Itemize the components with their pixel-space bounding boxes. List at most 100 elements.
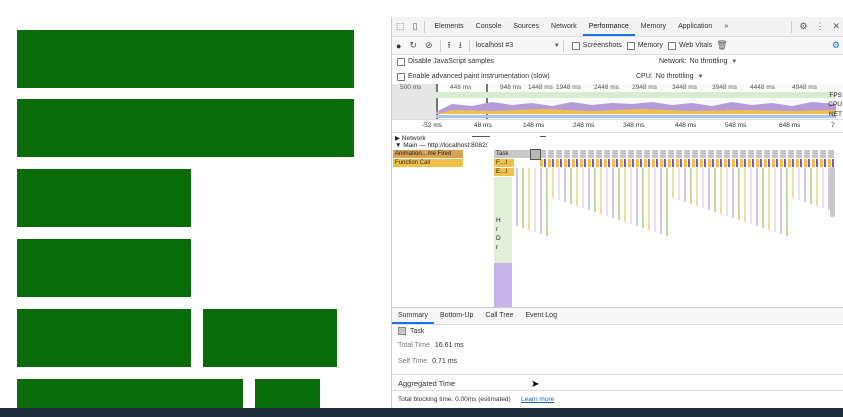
purple-block[interactable] <box>632 159 634 167</box>
function-block[interactable] <box>548 159 551 167</box>
function-block[interactable] <box>564 159 567 167</box>
network-request-marker[interactable] <box>540 136 546 137</box>
purple-block[interactable] <box>728 159 730 167</box>
web-vitals-checkbox[interactable] <box>668 41 676 50</box>
profile-select[interactable]: localhost #3 <box>473 42 554 49</box>
purple-block[interactable] <box>744 159 746 167</box>
purple-block[interactable] <box>720 159 722 167</box>
function-block[interactable] <box>684 159 687 167</box>
purple-block[interactable] <box>568 159 570 167</box>
function-block[interactable] <box>724 159 727 167</box>
function-block[interactable] <box>788 159 791 167</box>
function-block[interactable] <box>804 159 807 167</box>
function-block[interactable] <box>644 159 647 167</box>
function-block[interactable] <box>764 159 767 167</box>
purple-block[interactable] <box>824 159 826 167</box>
purple-block[interactable] <box>600 159 602 167</box>
purple-block[interactable] <box>800 159 802 167</box>
tab-event-log[interactable]: Event Log <box>519 308 563 324</box>
purple-block[interactable] <box>560 159 562 167</box>
chevron-down-icon[interactable]: ▼ <box>693 74 703 80</box>
function-block[interactable] <box>756 159 759 167</box>
device-toolbar-icon[interactable]: ▯ <box>409 21 422 32</box>
task-block[interactable] <box>700 150 706 158</box>
flame-chart[interactable]: ▶ Network ▼ Main — http://localhost:8082… <box>392 133 837 323</box>
function-block[interactable] <box>540 159 543 167</box>
purple-block[interactable] <box>736 159 738 167</box>
purple-block[interactable] <box>696 159 698 167</box>
function-block[interactable] <box>652 159 655 167</box>
function-block[interactable] <box>772 159 775 167</box>
task-block[interactable] <box>788 150 794 158</box>
overview-timeline[interactable]: 500 ms 448 ms 948 ms 1448 ms 1948 ms 2448 ms 2… <box>392 84 843 120</box>
task-block[interactable] <box>548 150 554 158</box>
function-block[interactable] <box>708 159 711 167</box>
purple-block[interactable] <box>648 159 650 167</box>
task-block[interactable] <box>676 150 682 158</box>
task-block[interactable] <box>572 150 578 158</box>
event-short-bar[interactable]: E…l <box>494 168 514 176</box>
screenshots-checkbox[interactable] <box>571 41 580 50</box>
task-block[interactable] <box>596 150 602 158</box>
trash-icon[interactable]: 🗑 <box>712 40 731 51</box>
task-block[interactable] <box>708 150 714 158</box>
task-block[interactable] <box>756 150 762 158</box>
purple-block[interactable] <box>808 159 810 167</box>
function-block[interactable] <box>740 159 743 167</box>
purple-block[interactable] <box>608 159 610 167</box>
more-tabs-button[interactable]: » <box>718 17 734 36</box>
function-block[interactable] <box>828 159 831 167</box>
task-block[interactable] <box>644 150 650 158</box>
animation-frame-bar[interactable]: Animation…me Fired <box>393 150 463 158</box>
function-block[interactable] <box>716 159 719 167</box>
task-block[interactable] <box>580 150 586 158</box>
task-block[interactable] <box>804 150 810 158</box>
clear-icon[interactable]: ⊘ <box>421 40 437 51</box>
purple-block[interactable] <box>592 159 594 167</box>
purple-block[interactable] <box>776 159 778 167</box>
record-icon[interactable]: ● <box>392 41 405 51</box>
tab-summary[interactable]: Summary <box>392 308 434 324</box>
network-track-label[interactable]: ▶ Network <box>395 134 426 142</box>
purple-block[interactable] <box>688 159 690 167</box>
task-block[interactable] <box>620 150 626 158</box>
purple-block[interactable] <box>816 159 818 167</box>
network-request-marker[interactable] <box>472 136 490 137</box>
purple-block[interactable] <box>712 159 714 167</box>
task-block[interactable] <box>556 150 562 158</box>
upload-icon[interactable]: ⭱ <box>444 38 455 54</box>
task-block[interactable] <box>564 150 570 158</box>
function-block[interactable] <box>628 159 631 167</box>
function-block[interactable] <box>820 159 823 167</box>
purple-block[interactable] <box>664 159 666 167</box>
task-block[interactable] <box>772 150 778 158</box>
purple-block[interactable] <box>792 159 794 167</box>
purple-block[interactable] <box>616 159 618 167</box>
purple-block[interactable] <box>544 159 546 167</box>
purple-block[interactable] <box>704 159 706 167</box>
flame-chart-scrollbar[interactable] <box>830 167 835 217</box>
purple-block[interactable] <box>768 159 770 167</box>
task-block[interactable] <box>660 150 666 158</box>
chevron-down-icon[interactable]: ▼ <box>727 59 737 65</box>
function-short-bar[interactable]: F…l <box>494 159 514 167</box>
learn-more-link[interactable]: Learn more <box>521 396 554 403</box>
task-block[interactable] <box>716 150 722 158</box>
purple-block[interactable] <box>656 159 658 167</box>
task-block[interactable] <box>764 150 770 158</box>
task-block[interactable] <box>812 150 818 158</box>
task-block[interactable] <box>748 150 754 158</box>
function-block[interactable] <box>604 159 607 167</box>
tab-call-tree[interactable]: Call Tree <box>479 308 519 324</box>
tab-network[interactable]: Network <box>545 17 583 36</box>
task-block[interactable] <box>628 150 634 158</box>
task-block[interactable] <box>636 150 642 158</box>
tab-elements[interactable]: Elements <box>428 17 469 36</box>
advanced-paint-checkbox[interactable] <box>397 72 405 81</box>
purple-block[interactable] <box>784 159 786 167</box>
task-block[interactable] <box>828 150 834 158</box>
inspect-icon[interactable]: ⬚ <box>392 21 409 32</box>
tab-application[interactable]: Application <box>672 17 718 36</box>
purple-block[interactable] <box>576 159 578 167</box>
close-icon[interactable]: ✕ <box>828 21 843 32</box>
